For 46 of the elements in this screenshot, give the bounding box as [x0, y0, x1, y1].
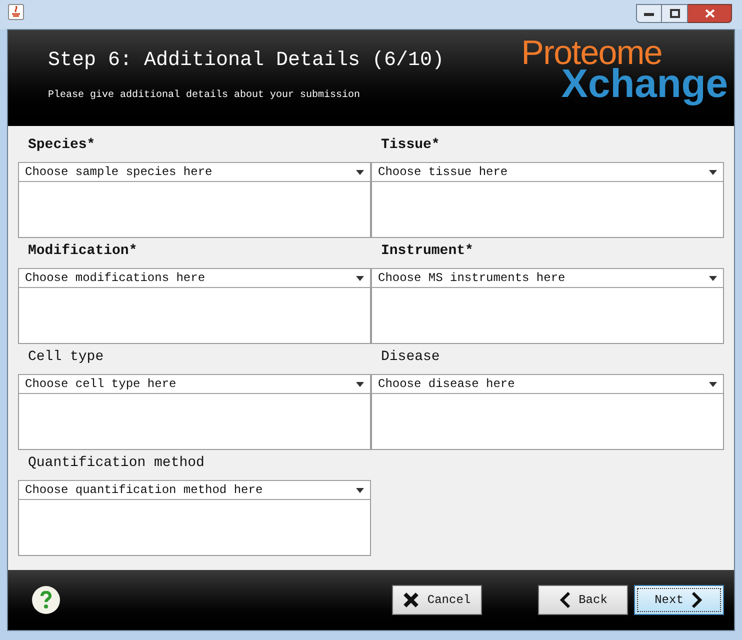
dropdown-arrow-icon	[356, 382, 364, 386]
back-button[interactable]: Back	[538, 585, 628, 615]
list-box[interactable]	[18, 288, 371, 344]
next-button[interactable]: Next	[634, 585, 724, 615]
dropdown[interactable]: Choose disease here	[371, 374, 724, 394]
minimize-icon	[644, 12, 654, 16]
list-box[interactable]	[371, 288, 724, 344]
dropdown-arrow-icon	[356, 276, 364, 280]
dropdown[interactable]: Choose quantification method here	[18, 480, 371, 500]
help-icon	[40, 591, 52, 609]
dropdown-arrow-icon	[709, 276, 717, 280]
list-box[interactable]	[18, 500, 371, 556]
dropdown[interactable]: Choose cell type here	[18, 374, 371, 394]
field-label: Species*	[28, 136, 96, 155]
list-box[interactable]	[18, 182, 371, 238]
maximize-icon	[670, 9, 680, 18]
minimize-button[interactable]	[636, 4, 662, 23]
dropdown[interactable]: Choose modifications here	[18, 268, 371, 288]
dropdown-arrow-icon	[709, 170, 717, 174]
java-app-icon	[8, 4, 24, 20]
chevron-right-icon	[691, 592, 704, 608]
field-label: Modification*	[28, 242, 138, 261]
list-box[interactable]	[18, 394, 371, 450]
field-label: Disease	[381, 348, 440, 367]
close-icon	[403, 592, 420, 608]
field-label: Cell type	[28, 348, 104, 367]
dropdown[interactable]: Choose tissue here	[371, 162, 724, 182]
field-label: Tissue*	[381, 136, 440, 155]
step-title: Step 6: Additional Details (6/10)	[48, 48, 444, 74]
dropdown-arrow-icon	[709, 382, 717, 386]
dropdown[interactable]: Choose sample species here	[18, 162, 371, 182]
dropdown-arrow-icon	[356, 488, 364, 492]
dropdown[interactable]: Choose MS instruments here	[371, 268, 724, 288]
chevron-left-icon	[558, 592, 571, 608]
step-subtitle: Please give additional details about your submission	[48, 88, 362, 103]
close-icon	[704, 9, 714, 18]
list-box[interactable]	[371, 182, 724, 238]
field-label: Instrument*	[381, 242, 474, 261]
dropdown-arrow-icon	[356, 170, 364, 174]
cancel-button[interactable]: Cancel	[392, 585, 482, 615]
help-button[interactable]	[32, 586, 60, 614]
field-label: Quantification method	[28, 454, 204, 473]
close-button[interactable]	[688, 4, 732, 23]
maximize-button[interactable]	[662, 4, 688, 23]
list-box[interactable]	[371, 394, 724, 450]
logo: Proteome Xchange	[521, 33, 729, 104]
